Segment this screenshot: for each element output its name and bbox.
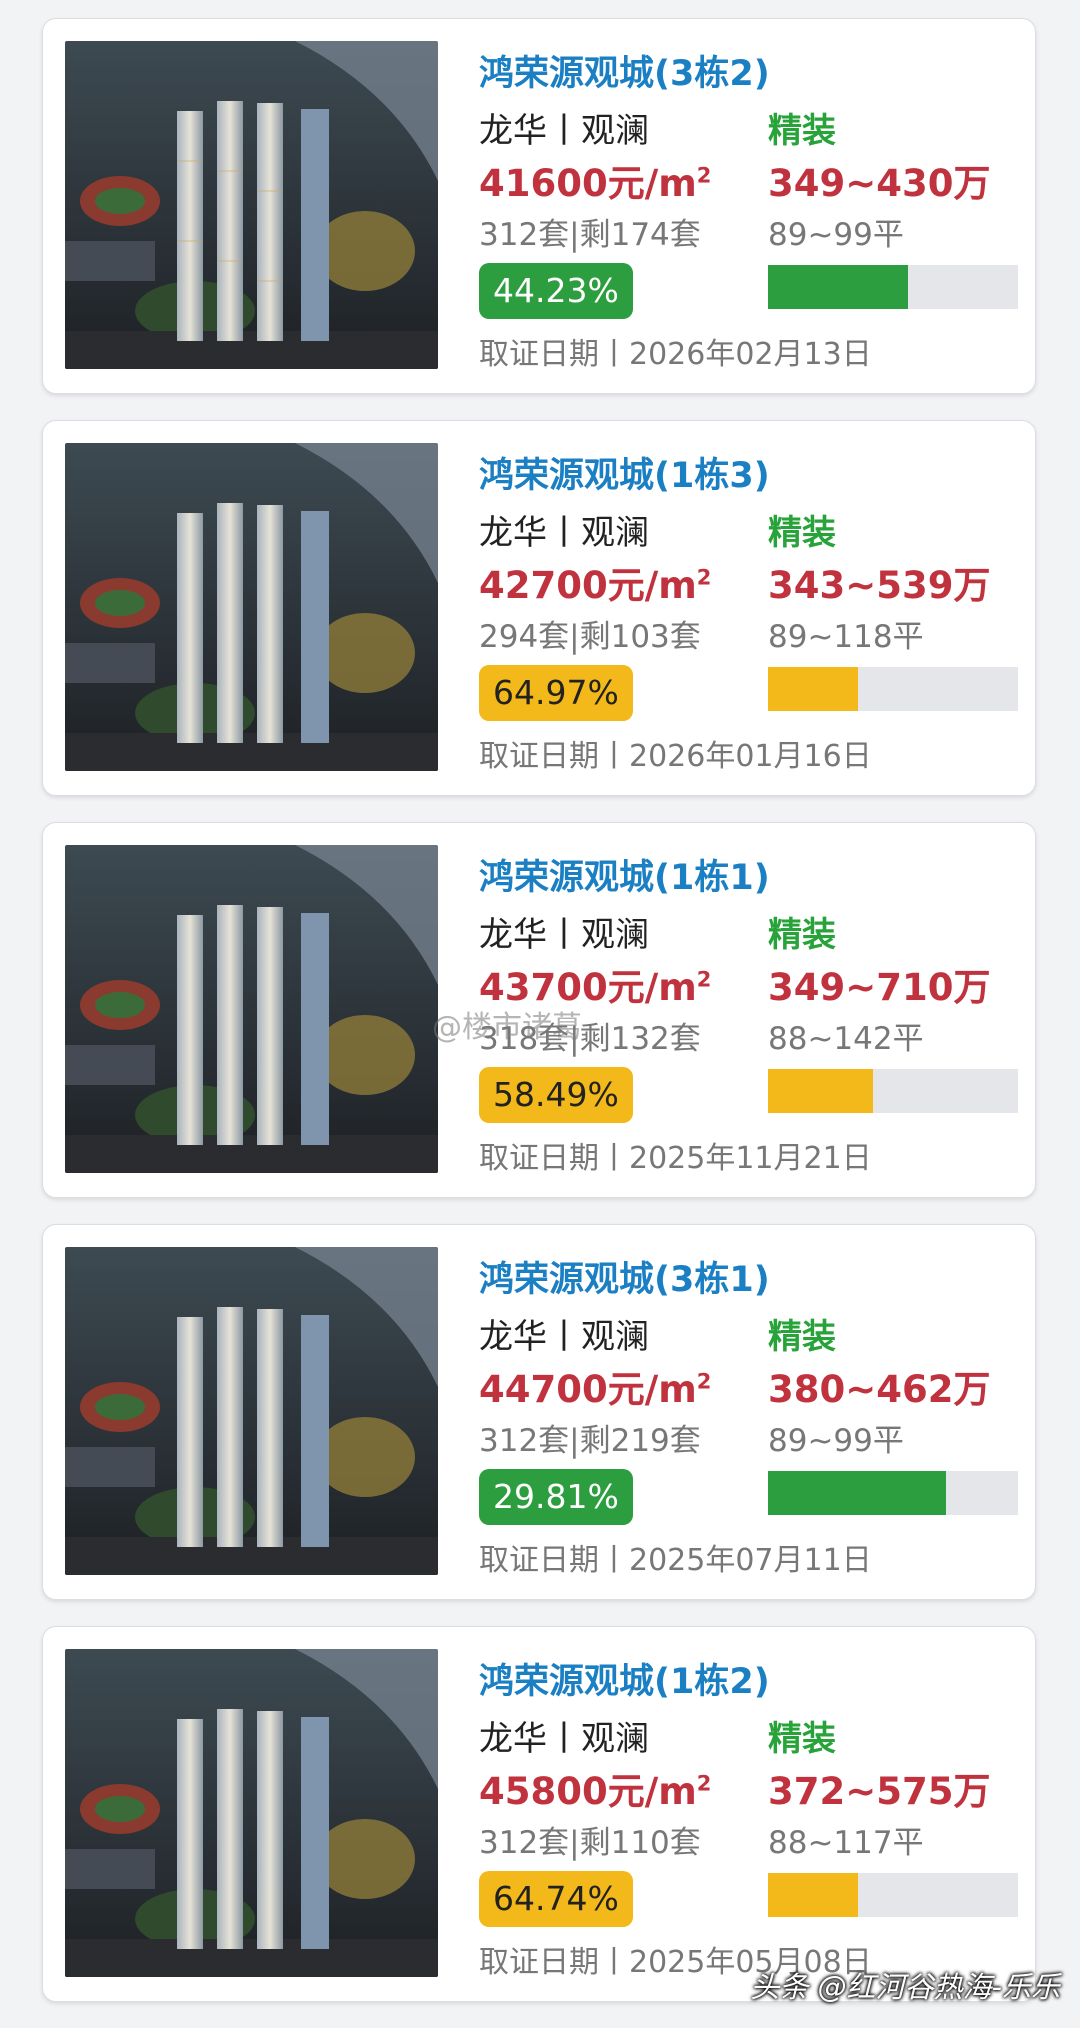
sales-progress-fill (768, 1873, 858, 1917)
sales-progress-bar (768, 667, 1018, 711)
project-name[interactable]: 鸿荣源观城(1栋3) (479, 447, 770, 498)
building-rendering-image (65, 845, 438, 1173)
decoration-type: 精装 (768, 1719, 836, 1759)
listing-card[interactable]: 鸿荣源观城(3栋2) 龙华丨观澜 精装 41600元/m2 349~430万 3… (42, 18, 1036, 394)
total-price-range: 343~539万 (768, 564, 991, 607)
listing-card[interactable]: 鸿荣源观城(1栋2) 龙华丨观澜 精装 45800元/m2 372~575万 3… (42, 1626, 1036, 2002)
sales-rate-badge: 64.74% (479, 1871, 633, 1927)
unit-price: 44700元/m2 (479, 1359, 711, 1413)
location: 龙华丨观澜 (479, 111, 649, 151)
project-name[interactable]: 鸿荣源观城(1栋1) (479, 849, 770, 900)
certificate-date: 取证日期丨2026年01月16日 (479, 739, 872, 774)
unit-price-superscript: 2 (696, 163, 712, 188)
unit-price-superscript: 2 (696, 1369, 712, 1394)
unit-count: 294套|剩103套 (479, 619, 701, 655)
unit-price-value: 41600元/m (479, 162, 697, 205)
sales-progress-bar (768, 1069, 1018, 1113)
unit-price: 45800元/m2 (479, 1761, 711, 1815)
watermark: @楼市诸葛 (432, 1010, 582, 1045)
certificate-date: 取证日期丨2026年02月13日 (479, 337, 872, 372)
project-name[interactable]: 鸿荣源观城(3栋1) (479, 1251, 770, 1302)
sales-progress-bar (768, 1471, 1018, 1515)
decoration-type: 精装 (768, 111, 836, 151)
unit-price: 42700元/m2 (479, 555, 711, 609)
footer-credit: 头条 @红河谷热海-乐乐 (750, 1970, 1060, 2004)
building-rendering-image (65, 1649, 438, 1977)
building-rendering-image (65, 1247, 438, 1575)
unit-price: 41600元/m2 (479, 153, 711, 207)
area-range: 89~118平 (768, 619, 924, 655)
sales-progress-bar (768, 1873, 1018, 1917)
sales-progress-fill (768, 265, 908, 309)
total-price-range: 372~575万 (768, 1770, 991, 1813)
decoration-type: 精装 (768, 1317, 836, 1357)
location: 龙华丨观澜 (479, 1719, 649, 1759)
unit-count: 312套|剩110套 (479, 1825, 701, 1861)
unit-count: 312套|剩174套 (479, 217, 701, 253)
sales-progress-bar (768, 265, 1018, 309)
unit-price-superscript: 2 (696, 565, 712, 590)
unit-price-superscript: 2 (696, 1771, 712, 1796)
area-range: 88~117平 (768, 1825, 924, 1861)
listing-card[interactable]: 鸿荣源观城(1栋3) 龙华丨观澜 精装 42700元/m2 343~539万 2… (42, 420, 1036, 796)
sales-progress-fill (768, 1471, 946, 1515)
unit-price-value: 45800元/m (479, 1770, 697, 1813)
certificate-date: 取证日期丨2025年11月21日 (479, 1141, 872, 1176)
unit-price-superscript: 2 (696, 967, 712, 992)
total-price-range: 380~462万 (768, 1368, 991, 1411)
sales-progress-fill (768, 667, 858, 711)
area-range: 89~99平 (768, 217, 904, 253)
building-rendering-image (65, 41, 438, 369)
unit-price-value: 42700元/m (479, 564, 697, 607)
total-price-range: 349~430万 (768, 162, 991, 205)
decoration-type: 精装 (768, 513, 836, 553)
location: 龙华丨观澜 (479, 1317, 649, 1357)
area-range: 88~142平 (768, 1021, 924, 1057)
unit-count: 312套|剩219套 (479, 1423, 701, 1459)
area-range: 89~99平 (768, 1423, 904, 1459)
certificate-date: 取证日期丨2025年07月11日 (479, 1543, 872, 1578)
total-price-range: 349~710万 (768, 966, 991, 1009)
listing-card[interactable]: 鸿荣源观城(3栋1) 龙华丨观澜 精装 44700元/m2 380~462万 3… (42, 1224, 1036, 1600)
project-name[interactable]: 鸿荣源观城(3栋2) (479, 45, 770, 96)
project-name[interactable]: 鸿荣源观城(1栋2) (479, 1653, 770, 1704)
building-rendering-image (65, 443, 438, 771)
decoration-type: 精装 (768, 915, 836, 955)
sales-rate-badge: 58.49% (479, 1067, 633, 1123)
sales-rate-badge: 44.23% (479, 263, 633, 319)
sales-rate-badge: 29.81% (479, 1469, 633, 1525)
sales-rate-badge: 64.97% (479, 665, 633, 721)
location: 龙华丨观澜 (479, 915, 649, 955)
sales-progress-fill (768, 1069, 873, 1113)
location: 龙华丨观澜 (479, 513, 649, 553)
unit-price-value: 44700元/m (479, 1368, 697, 1411)
